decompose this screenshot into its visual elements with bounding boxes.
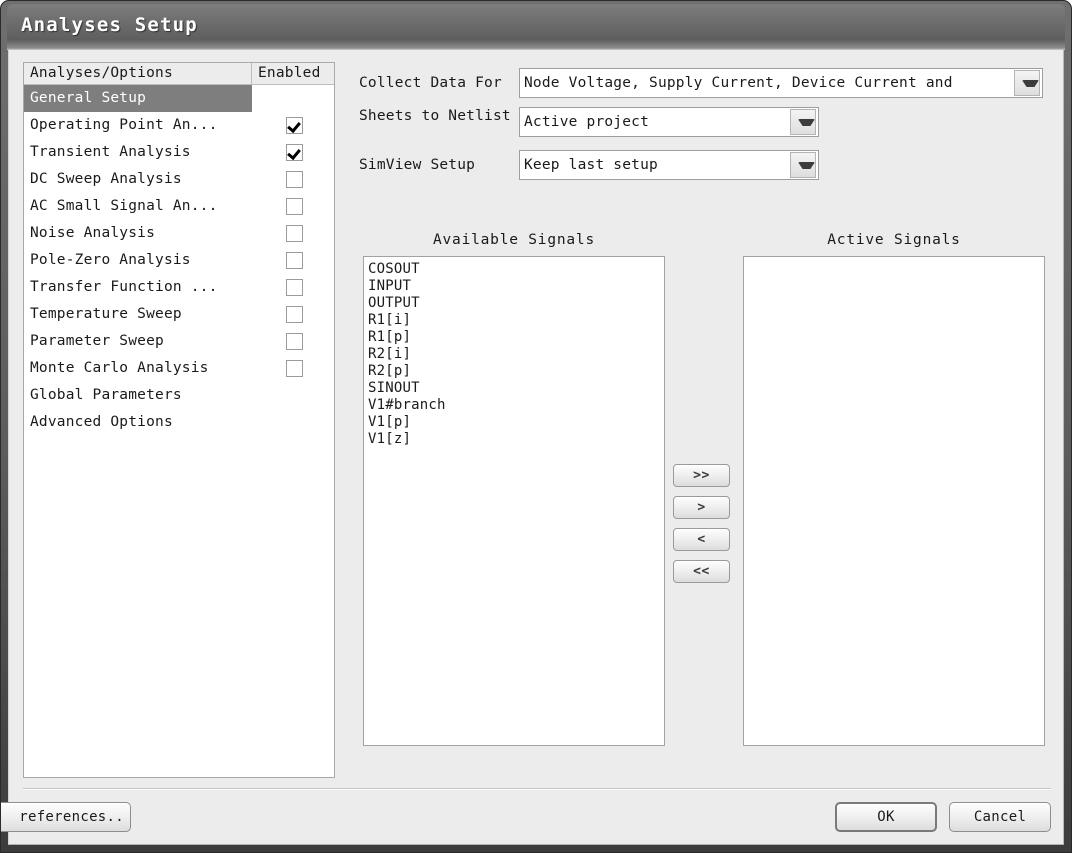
checkbox-unchecked-icon[interactable] [285, 279, 303, 296]
general-setup-pane: Collect Data For Node Voltage, Supply Cu… [343, 62, 1051, 778]
analysis-enabled-cell [252, 382, 336, 409]
checkbox-unchecked-icon[interactable] [285, 171, 303, 188]
analysis-row[interactable]: DC Sweep Analysis [24, 166, 334, 193]
analysis-row[interactable]: Transient Analysis [24, 139, 334, 166]
signal-list-item[interactable]: V1#branch [368, 397, 664, 414]
dialog-window-frame: Analyses Setup Analyses/Options Enabled … [0, 0, 1072, 853]
active-signals-title: Active Signals [827, 232, 961, 248]
simview-setup-label: SimView Setup [359, 157, 476, 173]
analysis-enabled-cell[interactable] [252, 274, 336, 301]
chevron-down-icon[interactable] [1014, 70, 1040, 96]
signal-list-item[interactable]: R1[i] [368, 312, 664, 329]
analysis-row[interactable]: AC Small Signal An... [24, 193, 334, 220]
checkbox-checked-icon[interactable] [285, 144, 303, 161]
analysis-enabled-cell[interactable] [252, 220, 336, 247]
sheets-to-netlist-combobox[interactable]: Active project [519, 107, 819, 137]
signal-transfer-button-group: >> > < << [673, 464, 735, 592]
dialog-body: Analyses/Options Enabled General Setup Op… [0, 50, 1064, 845]
analysis-row-label: DC Sweep Analysis [30, 171, 182, 187]
analysis-enabled-cell[interactable] [252, 112, 336, 139]
analysis-enabled-cell[interactable] [252, 166, 336, 193]
analysis-row[interactable]: Pole-Zero Analysis [24, 247, 334, 274]
analysis-row[interactable]: Global Parameters [24, 382, 334, 409]
signal-list-item[interactable]: V1[z] [368, 431, 664, 448]
chevron-down-icon[interactable] [790, 152, 816, 178]
collect-data-for-label: Collect Data For [359, 75, 502, 91]
checkbox-unchecked-icon[interactable] [285, 252, 303, 269]
analysis-row[interactable]: Operating Point An... [24, 112, 334, 139]
column-header-analyses-options[interactable]: Analyses/Options [24, 63, 252, 84]
collect-data-for-value: Node Voltage, Supply Current, Device Cur… [524, 75, 953, 91]
analysis-row[interactable]: Noise Analysis [24, 220, 334, 247]
analysis-row-label: Transfer Function ... [30, 279, 218, 295]
analysis-row[interactable]: Monte Carlo Analysis [24, 355, 334, 382]
analysis-enabled-cell[interactable] [252, 247, 336, 274]
analysis-row-label: Operating Point An... [30, 117, 218, 133]
signal-list-item[interactable]: OUTPUT [368, 295, 664, 312]
analyses-options-list[interactable]: Analyses/Options Enabled General Setup Op… [23, 62, 335, 778]
chevron-down-icon[interactable] [790, 109, 816, 135]
analysis-row-label: Transient Analysis [30, 144, 191, 160]
cancel-button[interactable]: Cancel [949, 802, 1051, 832]
add-selected-button[interactable]: > [673, 496, 730, 519]
preferences-button[interactable]: references.. [0, 802, 131, 832]
analysis-enabled-cell[interactable] [252, 355, 336, 382]
simview-setup-combobox[interactable]: Keep last setup [519, 150, 819, 180]
analysis-row-label: Monte Carlo Analysis [30, 360, 209, 376]
checkbox-checked-icon[interactable] [285, 117, 303, 134]
checkbox-unchecked-icon[interactable] [285, 306, 303, 323]
window-title: Analyses Setup [21, 14, 198, 36]
analysis-row[interactable]: Parameter Sweep [24, 328, 334, 355]
analysis-enabled-cell[interactable] [252, 328, 336, 355]
analysis-row-label: AC Small Signal An... [30, 198, 218, 214]
analysis-enabled-cell [252, 85, 336, 112]
signal-list-item[interactable]: R2[p] [368, 363, 664, 380]
ok-button[interactable]: OK [835, 802, 937, 832]
analysis-enabled-cell [252, 409, 336, 436]
footer-divider [23, 788, 1051, 790]
analysis-enabled-cell[interactable] [252, 301, 336, 328]
signal-list-item[interactable]: INPUT [368, 278, 664, 295]
analysis-row-label: Advanced Options [30, 414, 173, 430]
checkbox-unchecked-icon[interactable] [285, 360, 303, 377]
title-bar[interactable]: Analyses Setup [7, 4, 1065, 50]
analysis-row-label: General Setup [24, 85, 252, 112]
analysis-row[interactable]: Advanced Options [24, 409, 334, 436]
analysis-row[interactable]: General Setup [24, 85, 334, 112]
analysis-row-label: Parameter Sweep [30, 333, 164, 349]
available-signals-list[interactable]: COSOUT INPUT OUTPUT R1[i] R1[p] R2[i] R2[p] SIN… [363, 256, 665, 746]
analysis-row-label: Temperature Sweep [30, 306, 182, 322]
analysis-row[interactable]: Transfer Function ... [24, 274, 334, 301]
analyses-list-header: Analyses/Options Enabled [24, 63, 334, 85]
add-all-button[interactable]: >> [673, 464, 730, 487]
collect-data-for-combobox[interactable]: Node Voltage, Supply Current, Device Cur… [519, 68, 1043, 98]
simview-setup-value: Keep last setup [524, 157, 658, 173]
analysis-row-label: Pole-Zero Analysis [30, 252, 191, 268]
checkbox-unchecked-icon[interactable] [285, 225, 303, 242]
signal-list-item[interactable]: V1[p] [368, 414, 664, 431]
signal-list-item[interactable]: R2[i] [368, 346, 664, 363]
analyses-list-rows: General Setup Operating Point An... Transi… [24, 85, 334, 436]
analysis-enabled-cell[interactable] [252, 139, 336, 166]
remove-all-button[interactable]: << [673, 560, 730, 583]
signal-list-item[interactable]: COSOUT [368, 261, 664, 278]
checkbox-unchecked-icon[interactable] [285, 198, 303, 215]
signal-list-item[interactable]: SINOUT [368, 380, 664, 397]
available-signals-title: Available Signals [432, 232, 595, 248]
analysis-row-label: Noise Analysis [30, 225, 156, 241]
active-signals-list[interactable] [743, 256, 1045, 746]
analysis-row-label: Global Parameters [30, 387, 182, 403]
sheets-to-netlist-value: Active project [524, 114, 650, 130]
sheets-to-netlist-label: Sheets to Netlist [359, 108, 511, 124]
signal-list-item[interactable]: R1[p] [368, 329, 664, 346]
column-header-enabled[interactable]: Enabled [252, 63, 334, 84]
checkbox-unchecked-icon[interactable] [285, 333, 303, 350]
analysis-row[interactable]: Temperature Sweep [24, 301, 334, 328]
remove-selected-button[interactable]: < [673, 528, 730, 551]
analysis-enabled-cell[interactable] [252, 193, 336, 220]
